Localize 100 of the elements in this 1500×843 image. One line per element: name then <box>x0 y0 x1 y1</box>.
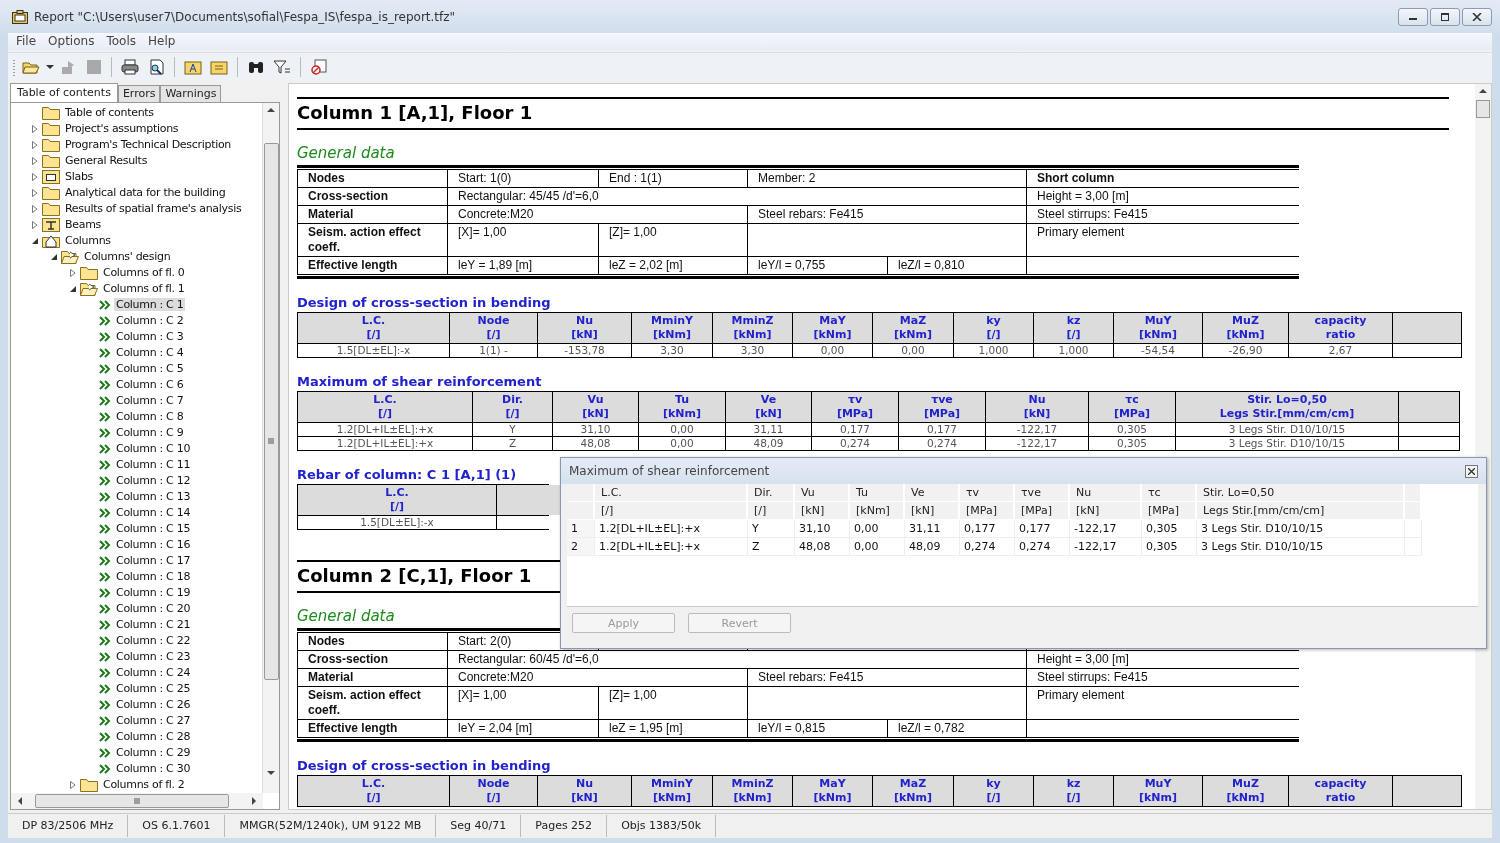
tree-item[interactable]: General Results <box>63 154 150 168</box>
expand-arrow-icon[interactable] <box>31 123 39 134</box>
column-header <box>1399 391 1459 422</box>
tree-item[interactable]: Column : C 17 <box>114 554 193 568</box>
tree-item[interactable]: Columns of fl. 0 <box>101 266 187 280</box>
table-cell: Concrete:M20 <box>448 668 747 686</box>
column-header: Nu [kN] <box>986 391 1088 422</box>
tree-item[interactable]: Column : C 8 <box>114 410 186 424</box>
column-header: τv <box>960 484 1015 502</box>
close-button[interactable] <box>1465 464 1478 478</box>
menu-item[interactable]: File <box>10 33 43 50</box>
tree-item[interactable]: Results of spatial frame's analysis <box>63 202 244 216</box>
table-cell: 1.2[DL+IL±EL]:+x <box>298 436 472 450</box>
close-button[interactable] <box>1462 8 1492 26</box>
tree-item[interactable]: Columns' design <box>82 250 173 264</box>
expand-arrow-icon[interactable] <box>31 139 39 150</box>
maximize-button[interactable] <box>1430 8 1460 26</box>
tree-item[interactable]: Column : C 12 <box>114 474 193 488</box>
tree-item[interactable]: Column : C 16 <box>114 538 193 552</box>
tree-item[interactable]: Column : C 23 <box>114 650 193 664</box>
column-header: [MPa] <box>960 502 1015 520</box>
column-header: kz [/] <box>1034 312 1113 343</box>
tree-item[interactable]: Column : C 3 <box>114 330 186 344</box>
tree-item[interactable]: Column : C 15 <box>114 522 193 536</box>
folder-icon[interactable] <box>182 58 204 75</box>
table-cell: -122,17 <box>1070 520 1142 538</box>
tree-item[interactable]: Columns of fl. 2 <box>101 778 187 792</box>
status-text: Pages 252 <box>521 815 608 838</box>
menu-item[interactable]: Options <box>42 33 101 50</box>
scroll-left-icon[interactable] <box>17 797 23 806</box>
tree-item[interactable]: Column : C 18 <box>114 570 193 584</box>
table-cell: Effective length <box>298 719 447 737</box>
double-chevron-icon <box>99 523 111 534</box>
tree-item[interactable]: Column : C 29 <box>114 746 193 760</box>
tree-item[interactable]: Column : C 5 <box>114 362 186 376</box>
tree-item[interactable]: Column : C 19 <box>114 586 193 600</box>
tree-item[interactable]: Column : C 27 <box>114 714 193 728</box>
tree-item[interactable]: Column : C 13 <box>114 490 193 504</box>
tree-item[interactable]: Column : C 21 <box>114 618 193 632</box>
tree-item[interactable]: Column : C 4 <box>114 346 186 360</box>
table-cell: 0,00 <box>639 436 725 450</box>
table-cell: 3 Legs Stir. D10/10/15 <box>1176 436 1398 450</box>
scrollbar[interactable] <box>11 793 263 810</box>
tree-item[interactable]: Column : C 11 <box>114 458 193 472</box>
folder-icon <box>42 153 60 168</box>
column-header: Node [/] <box>450 775 537 806</box>
scroll-down-icon[interactable] <box>267 769 275 776</box>
tree-item[interactable]: Column : C 26 <box>114 698 193 712</box>
expand-arrow-icon[interactable] <box>69 779 77 790</box>
document-cancel-icon[interactable] <box>308 58 330 75</box>
tree-item[interactable]: Column : C 9 <box>114 426 186 440</box>
tree-item[interactable]: Slabs <box>63 170 95 184</box>
tree-item[interactable]: Column : C 2 <box>114 314 186 328</box>
tree-item[interactable]: Beams <box>63 218 103 232</box>
tab[interactable]: Table of contents <box>10 82 118 102</box>
print-icon[interactable] <box>119 58 141 75</box>
scroll-thumb[interactable] <box>1476 99 1490 118</box>
tree-item[interactable]: Project's assumptions <box>63 122 181 136</box>
double-chevron-icon <box>99 731 111 742</box>
filter-icon[interactable] <box>271 58 293 75</box>
minimize-button[interactable] <box>1398 8 1428 26</box>
expand-arrow-icon[interactable] <box>31 155 39 166</box>
tree-item[interactable]: Table of contents <box>63 106 156 120</box>
scroll-thumb[interactable] <box>263 142 279 680</box>
tree-item[interactable]: Column : C 10 <box>114 442 193 456</box>
table-cell: 31,11 <box>726 422 811 436</box>
tree-item[interactable]: Program's Technical Description <box>63 138 234 152</box>
expand-arrow-icon[interactable] <box>31 219 39 230</box>
scroll-up-icon[interactable] <box>1479 87 1487 94</box>
menu-item[interactable]: Tools <box>100 33 142 50</box>
tree-item[interactable]: Columns <box>63 234 113 248</box>
table-cell: Nodes <box>298 169 447 187</box>
tree-item[interactable]: Column : C 6 <box>114 378 186 392</box>
table-cell: Material <box>298 205 447 223</box>
tree-item[interactable]: Column : C 1 <box>114 298 186 312</box>
tree-item[interactable]: Column : C 30 <box>114 762 193 776</box>
tree-item[interactable]: Columns of fl. 1 <box>101 282 187 296</box>
tree-item[interactable]: Analytical data for the building <box>63 186 228 200</box>
tree-item[interactable]: Column : C 7 <box>114 394 186 408</box>
tree-item[interactable]: Column : C 24 <box>114 666 193 680</box>
menu-item[interactable]: Help <box>141 33 182 50</box>
scrollbar[interactable] <box>262 102 279 794</box>
tree-item[interactable]: Column : C 20 <box>114 602 193 616</box>
scroll-up-icon[interactable] <box>267 106 275 113</box>
expand-arrow-icon[interactable] <box>31 187 39 198</box>
expand-arrow-icon[interactable] <box>69 267 77 278</box>
tree-item[interactable]: Column : C 22 <box>114 634 193 648</box>
expand-arrow-icon[interactable] <box>31 203 39 214</box>
scroll-thumb[interactable] <box>34 794 230 809</box>
scroll-right-icon[interactable] <box>251 797 257 806</box>
column-header: Node [/] <box>450 312 537 343</box>
tab[interactable]: Errors <box>117 84 161 102</box>
column-header: Ve [kN] <box>726 391 811 422</box>
caret-icon[interactable] <box>46 63 54 70</box>
tree-item[interactable]: Column : C 28 <box>114 730 193 744</box>
tab[interactable]: Warnings <box>160 84 222 102</box>
column-header: [kN] <box>795 502 850 520</box>
expand-arrow-icon[interactable] <box>31 171 39 182</box>
tree-item[interactable]: Column : C 14 <box>114 506 193 520</box>
tree-item[interactable]: Column : C 25 <box>114 682 193 696</box>
